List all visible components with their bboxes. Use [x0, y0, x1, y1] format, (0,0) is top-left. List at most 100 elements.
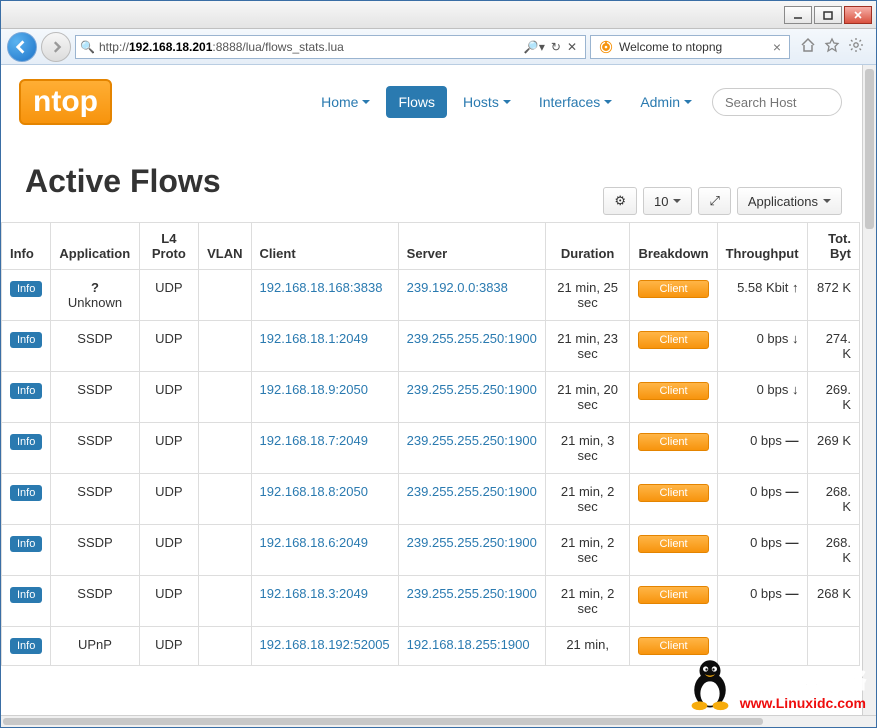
client-link[interactable]: 192.168.18.1:2049: [260, 331, 368, 346]
cell-client: 192.168.18.192:52005: [251, 627, 398, 666]
info-button[interactable]: Info: [10, 434, 42, 450]
info-button[interactable]: Info: [10, 536, 42, 552]
col-info[interactable]: Info: [2, 223, 51, 270]
server-link[interactable]: 239.255.255.250:1900: [407, 382, 537, 397]
cell-l4: UDP: [139, 321, 199, 372]
expand-button[interactable]: ⤢: [698, 187, 730, 215]
col-bytes[interactable]: Tot. Byt: [807, 223, 859, 270]
flows-table: Info Application L4 Proto VLAN Client Se…: [1, 222, 860, 666]
client-link[interactable]: 192.168.18.6:2049: [260, 535, 368, 550]
col-application[interactable]: Application: [51, 223, 139, 270]
col-client[interactable]: Client: [251, 223, 398, 270]
tab-close-icon[interactable]: ×: [773, 39, 781, 55]
bytes-value: 274. K: [826, 331, 851, 361]
cell-breakdown: Client: [630, 474, 717, 525]
favorites-icon[interactable]: [824, 37, 840, 56]
server-link[interactable]: 239.255.255.250:1900: [407, 484, 537, 499]
search-input[interactable]: [712, 88, 842, 116]
duration-value: 21 min, 3 sec: [561, 433, 614, 463]
info-button[interactable]: Info: [10, 638, 42, 654]
minimize-button[interactable]: [784, 6, 812, 24]
server-link[interactable]: 239.192.0.0:3838: [407, 280, 508, 295]
info-button[interactable]: Info: [10, 332, 42, 348]
info-button[interactable]: Info: [10, 383, 42, 399]
nav-item-flows[interactable]: Flows: [386, 86, 447, 118]
l4-proto: UDP: [155, 331, 182, 346]
client-link[interactable]: 192.168.18.9:2050: [260, 382, 368, 397]
col-vlan[interactable]: VLAN: [199, 223, 251, 270]
cell-l4: UDP: [139, 474, 199, 525]
horizontal-scrollbar[interactable]: [1, 715, 876, 727]
col-breakdown[interactable]: Breakdown: [630, 223, 717, 270]
bytes-value: 268 K: [817, 586, 851, 601]
cell-server: 239.255.255.250:1900: [398, 372, 545, 423]
server-link[interactable]: 239.255.255.250:1900: [407, 586, 537, 601]
trend-arrow-icon: —: [786, 586, 799, 601]
client-link[interactable]: 192.168.18.7:2049: [260, 433, 368, 448]
col-server[interactable]: Server: [398, 223, 545, 270]
table-row: Info? UnknownUDP192.168.18.168:3838239.1…: [2, 270, 860, 321]
close-button[interactable]: [844, 6, 872, 24]
info-button[interactable]: Info: [10, 281, 42, 297]
scrollbar-thumb[interactable]: [3, 718, 763, 725]
throughput-value: 0 bps: [750, 535, 782, 550]
cell-throughput: 5.58 Kbit ↑: [717, 270, 807, 321]
nav-item-admin[interactable]: Admin: [628, 86, 704, 118]
settings-icon[interactable]: [848, 37, 864, 56]
scrollbar-thumb[interactable]: [865, 69, 874, 229]
cell-info: Info: [2, 321, 51, 372]
search-icon: 🔍: [80, 40, 95, 54]
col-duration[interactable]: Duration: [545, 223, 630, 270]
browser-tab[interactable]: Welcome to ntopng ×: [590, 35, 790, 59]
server-link[interactable]: 239.255.255.250:1900: [407, 535, 537, 550]
window: 🔍 http://192.168.18.201:8888/lua/flows_s…: [0, 0, 877, 728]
search-dropdown-icon[interactable]: 🔎▾: [524, 40, 545, 54]
application-name: SSDP: [77, 586, 112, 601]
cell-vlan: [199, 372, 251, 423]
nav-item-hosts[interactable]: Hosts: [451, 86, 523, 118]
page-size-button[interactable]: 10: [643, 187, 692, 215]
refresh-icon[interactable]: ↻: [551, 40, 561, 54]
url-field[interactable]: 🔍 http://192.168.18.201:8888/lua/flows_s…: [75, 35, 586, 59]
nav-item-label: Flows: [398, 94, 435, 110]
server-link[interactable]: 192.168.18.255:1900: [407, 637, 530, 652]
cell-application: UPnP: [51, 627, 139, 666]
client-link[interactable]: 192.168.18.3:2049: [260, 586, 368, 601]
forward-button[interactable]: [41, 32, 71, 62]
client-link[interactable]: 192.168.18.192:52005: [260, 637, 390, 652]
application-name: SSDP: [77, 433, 112, 448]
col-l4[interactable]: L4 Proto: [139, 223, 199, 270]
server-link[interactable]: 239.255.255.250:1900: [407, 331, 537, 346]
stop-icon[interactable]: ✕: [567, 40, 577, 54]
page: ntop HomeFlowsHostsInterfacesAdmin Activ…: [1, 65, 876, 715]
trend-arrow-icon: —: [786, 535, 799, 550]
col-throughput[interactable]: Throughput: [717, 223, 807, 270]
info-button[interactable]: Info: [10, 587, 42, 603]
back-button[interactable]: [7, 32, 37, 62]
duration-value: 21 min, 2 sec: [561, 484, 614, 514]
nav-item-interfaces[interactable]: Interfaces: [527, 86, 624, 118]
breakdown-client-badge: Client: [638, 331, 708, 349]
server-link[interactable]: 239.255.255.250:1900: [407, 433, 537, 448]
throughput-value: 0 bps: [750, 586, 782, 601]
nav-item-label: Admin: [640, 94, 680, 110]
cell-duration: 21 min,: [545, 627, 630, 666]
client-link[interactable]: 192.168.18.168:3838: [260, 280, 383, 295]
nav-item-home[interactable]: Home: [309, 86, 382, 118]
applications-button[interactable]: Applications: [737, 187, 842, 215]
info-button[interactable]: Info: [10, 485, 42, 501]
maximize-button[interactable]: [814, 6, 842, 24]
application-name: SSDP: [77, 484, 112, 499]
settings-button[interactable]: ⚙: [603, 187, 637, 215]
chevron-down-icon: [503, 100, 511, 104]
cell-application: SSDP: [51, 474, 139, 525]
logo[interactable]: ntop: [19, 75, 139, 129]
cell-client: 192.168.18.168:3838: [251, 270, 398, 321]
cell-duration: 21 min, 20 sec: [545, 372, 630, 423]
home-icon[interactable]: [800, 37, 816, 56]
breakdown-client-badge: Client: [638, 484, 708, 502]
table-row: Info SSDP UDP 192.168.18.8:2050 239.255.255.…: [2, 474, 860, 525]
vertical-scrollbar[interactable]: [862, 65, 876, 715]
client-link[interactable]: 192.168.18.8:2050: [260, 484, 368, 499]
address-bar: 🔍 http://192.168.18.201:8888/lua/flows_s…: [1, 29, 876, 65]
